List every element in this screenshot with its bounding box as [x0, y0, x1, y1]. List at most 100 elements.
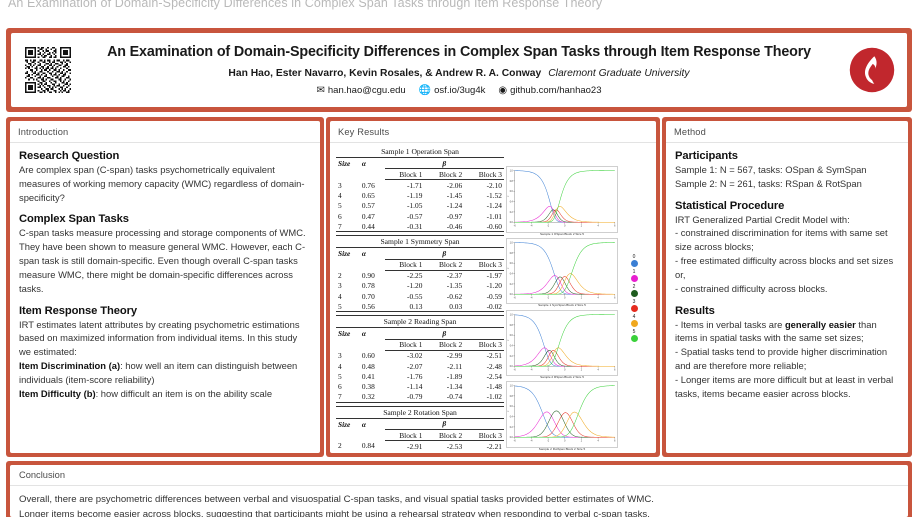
table-row: 3 0.76 -1.71 -2.06 -2.10 — [336, 180, 504, 191]
table-cell: 7 — [336, 391, 360, 403]
col-header-alpha: α — [359, 417, 385, 430]
table-cell: 3 — [338, 351, 342, 361]
table-cell: -1.02 — [464, 391, 504, 403]
table-cell: 3 — [338, 281, 342, 291]
legend-item: 2 — [630, 285, 638, 297]
irt-table: Sample 1 Symmetry Span Size α β Block 1 Block… — [336, 235, 504, 313]
table-caption: Sample 1 Operation Span — [381, 147, 459, 156]
table-cell: 6 — [338, 211, 342, 221]
irt-table: Sample 2 Reading Span Size α β Block 1 Block … — [336, 315, 504, 403]
col-header-block-2: Block 2 — [424, 258, 465, 271]
table-cell: 5 — [336, 301, 360, 313]
table-cell: -1.52 — [486, 191, 502, 201]
table-cell: -1.24 — [486, 201, 502, 211]
table-cell: 5 — [338, 201, 342, 211]
iccc-plot: -6 -4 -2 0 2 4 6 0.0 0.2 0.4 0.6 0.8 1.0 P — [506, 381, 618, 448]
table-row: 7 0.44 -0.31 -0.46 -0.60 — [336, 221, 504, 233]
result-bullet-2: - Spatial tasks tend to provide higher d… — [675, 346, 888, 371]
table-cell: -1.35 — [446, 281, 463, 291]
table-cell: -2.07 — [407, 361, 423, 371]
text-research-question: Are complex span (C-span) tasks psychome… — [19, 164, 305, 203]
table-cell: -2.48 — [486, 361, 502, 371]
legend-item: 0 — [630, 255, 638, 267]
table-cell: 4 — [338, 361, 342, 371]
contact-email[interactable]: ✉ han.hao@cgu.edu — [317, 85, 406, 96]
legend-color-swatch — [630, 290, 638, 297]
text-complex-span-tasks: C-span tasks measure processing and stor… — [19, 227, 306, 294]
table-cell: 5 — [338, 371, 342, 381]
col-header-block-3: Block 3 — [464, 338, 504, 351]
table-cell: -2.53 — [446, 441, 463, 451]
contact-osf-label: osf.io/3ug4k — [434, 85, 486, 97]
section-header-method: Method — [666, 121, 908, 143]
table-cell: -2.06 — [446, 180, 463, 190]
col-header-block-3: Block 3 — [464, 428, 504, 442]
definition-item-discrimination: Item Discrimination (a): how well an ite… — [19, 359, 311, 387]
col-header-block-2: Block 2 — [424, 428, 465, 442]
table-cell: 0.47 — [361, 211, 375, 221]
heading-results: Results — [675, 304, 715, 317]
col-header-spacer — [360, 169, 385, 180]
table-cell: -1.42 — [385, 451, 425, 453]
table-cell: 0.84 — [361, 441, 375, 451]
plot-caption: Sample 2 RSpan Block 2 Size 5 — [540, 375, 584, 380]
introduction-column: Introduction Research Question Are compl… — [6, 117, 324, 457]
legend-color-swatch — [630, 275, 638, 282]
table-caption: Sample 2 Reading Span — [336, 315, 504, 327]
table-cell: -0.74 — [424, 391, 465, 403]
table-cell: -1.71 — [407, 180, 423, 190]
author-names: Han Hao, Ester Navarro, Kevin Rosales, &… — [228, 68, 542, 80]
table-row: 4 0.65 -1.19 -1.45 -1.52 — [336, 191, 504, 201]
page-title: An Examination of Domain-Specificity Dif… — [107, 43, 811, 60]
heading-participants: Participants — [675, 150, 738, 162]
header-text-block: An Examination of Domain-Specificity Dif… — [11, 44, 907, 96]
table-cell: -2.25 — [407, 271, 423, 281]
table-cell: 0.83 — [360, 451, 385, 453]
legend-color-swatch — [630, 320, 638, 327]
table-cell: -0.79 — [384, 391, 425, 403]
qr-code-icon[interactable] — [25, 47, 71, 93]
table-row: 3 0.78 -1.20 -1.35 -1.20 — [336, 281, 504, 291]
text-sample-1: Sample 1: N = 567, tasks: OSpan & SymSpa… — [675, 164, 867, 175]
table-cell: 0.03 — [424, 301, 465, 313]
col-header-beta: β — [384, 247, 504, 259]
contact-github[interactable]: ◉ github.com/hanhao23 — [498, 85, 601, 96]
table-cell: -2.99 — [446, 351, 463, 361]
table-cell: -1.01 — [486, 211, 502, 221]
affiliation: Claremont Graduate University — [548, 68, 690, 80]
result-bullet-1: - Items in verbal tasks are generally ea… — [675, 318, 899, 346]
table-cell: -1.97 — [486, 271, 502, 281]
table-cell: 4 — [338, 191, 342, 201]
table-row: 6 0.38 -1.14 -1.34 -1.48 — [336, 381, 504, 391]
col-header-spacer — [336, 259, 360, 270]
col-header-spacer — [360, 339, 385, 350]
table-cell: -2.21 — [486, 441, 502, 451]
table-cell: 4 — [338, 291, 342, 301]
section-header-introduction: Introduction — [10, 121, 320, 143]
table-cell: 0.57 — [361, 201, 375, 211]
author-list: Han Hao, Ester Navarro, Kevin Rosales, &… — [83, 68, 835, 79]
col-header-beta: β — [384, 156, 504, 169]
table-cell: 2 — [338, 441, 342, 451]
table-cell: -3.02 — [407, 351, 423, 361]
contact-osf[interactable]: 🌐 osf.io/3ug4k — [419, 85, 486, 96]
table-caption: Sample 1 Symmetry Span — [336, 235, 504, 247]
cgu-logo-icon — [849, 47, 895, 93]
plot-cell: -6 -4 -2 0 2 4 6 0.0 0.2 0.4 0.6 0.8 1.0 P Sample 1 Sy… — [506, 237, 618, 308]
result-bullet-3: - Longer items are more difficult but at… — [675, 373, 894, 399]
table-row: 5 0.57 -1.05 -1.24 -1.24 — [336, 201, 504, 211]
iccc-plot: -6 -4 -2 0 2 4 6 0.0 0.2 0.4 0.6 0.8 1.0 P — [506, 166, 618, 233]
term-item-difficulty: Item Difficulty (b) — [19, 387, 96, 399]
col-header-spacer — [360, 429, 385, 440]
irt-parameter-tables: Sample 1 Operation Span Size α β Block 1 Bloc… — [336, 146, 504, 453]
col-header-size: Size — [336, 417, 360, 430]
text-constrained-discrimination: - constrained discrimination for items w… — [675, 227, 888, 253]
plot-cell: -6 -4 -2 0 2 4 6 0.0 0.2 0.4 0.6 0.8 1.0 P Sample 1 OS… — [506, 166, 618, 236]
legend-color-swatch — [630, 305, 638, 312]
table-cell: 3 — [338, 180, 342, 190]
table-cell: -0.97 — [446, 211, 463, 221]
table-cell: -0.62 — [446, 291, 463, 301]
conclusion-line-2: Longer items become easier across blocks… — [19, 508, 650, 517]
plot-caption: Sample 1 SymSpan Block 2 Size 5 — [538, 303, 586, 308]
table-row: 2 0.84 -2.91 -2.53 -2.21 — [336, 441, 504, 452]
